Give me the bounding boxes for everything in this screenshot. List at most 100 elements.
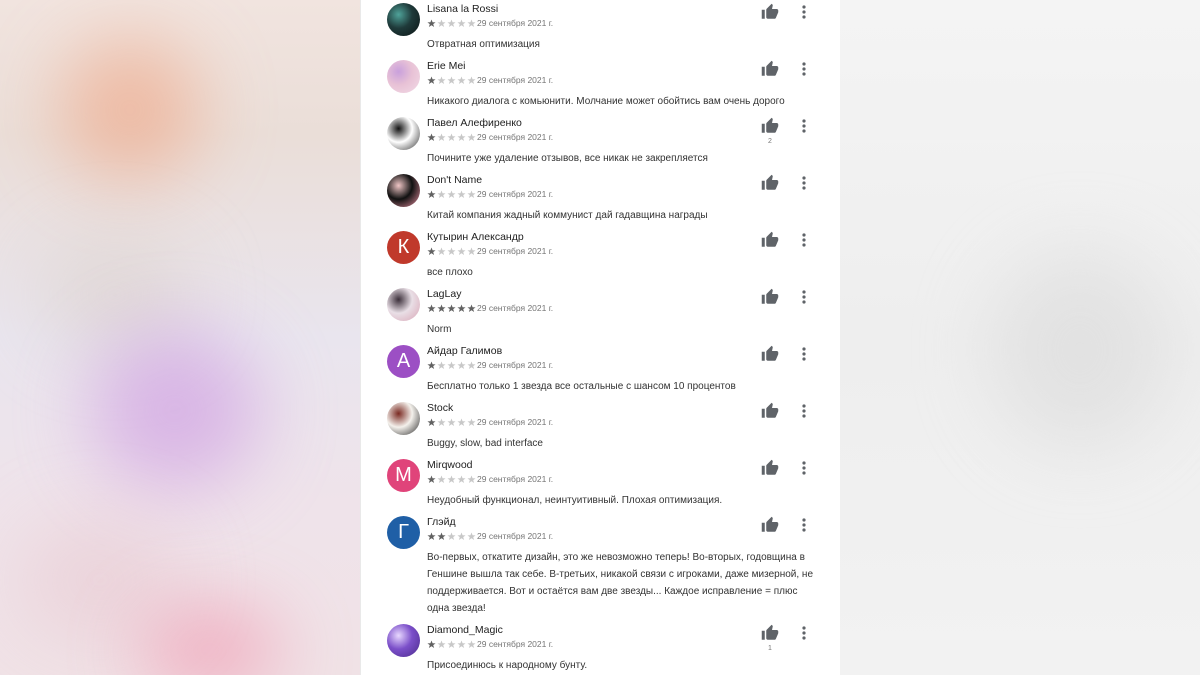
more-vert-icon[interactable] xyxy=(798,460,810,476)
reviewer-name: LagLay xyxy=(427,288,462,300)
star-icon xyxy=(437,532,446,541)
review-text: Почините уже удаление отзывов, все никак… xyxy=(427,153,708,164)
avatar[interactable] xyxy=(387,3,420,36)
avatar[interactable] xyxy=(387,174,420,207)
thumb-up-icon[interactable] xyxy=(761,345,779,363)
star-rating xyxy=(427,304,476,313)
star-icon xyxy=(427,418,436,427)
star-icon xyxy=(467,247,476,256)
review-text: Присоединюсь к народному бунту. xyxy=(427,660,588,671)
review-date: 29 сентября 2021 г. xyxy=(477,639,554,649)
avatar[interactable] xyxy=(387,624,420,657)
thumb-up-icon[interactable] xyxy=(761,174,779,192)
star-icon xyxy=(467,76,476,85)
review-date: 29 сентября 2021 г. xyxy=(477,18,554,28)
star-icon xyxy=(427,190,436,199)
review-text: Во-первых, откатите дизайн, это же невоз… xyxy=(427,552,814,614)
star-icon xyxy=(467,19,476,28)
more-vert-icon[interactable] xyxy=(798,118,810,134)
star-icon xyxy=(467,475,476,484)
thumb-up-icon[interactable] xyxy=(761,459,779,477)
star-icon xyxy=(467,361,476,370)
review-date: 29 сентября 2021 г. xyxy=(477,189,554,199)
review-text: Отвратная оптимизация xyxy=(427,39,540,50)
avatar[interactable] xyxy=(387,117,420,150)
star-icon xyxy=(457,247,466,256)
star-rating xyxy=(427,418,476,427)
star-rating xyxy=(427,76,476,85)
more-vert-icon[interactable] xyxy=(798,232,810,248)
avatar[interactable]: М xyxy=(387,459,420,492)
star-icon xyxy=(457,418,466,427)
star-rating xyxy=(427,640,476,649)
thumb-up-icon[interactable] xyxy=(761,117,779,135)
like-count: 2 xyxy=(768,138,772,145)
thumb-up-icon[interactable] xyxy=(761,402,779,420)
avatar[interactable] xyxy=(387,288,420,321)
star-icon xyxy=(457,361,466,370)
more-vert-icon[interactable] xyxy=(798,625,810,641)
star-icon xyxy=(427,19,436,28)
star-icon xyxy=(447,190,456,199)
more-vert-icon[interactable] xyxy=(798,289,810,305)
avatar[interactable] xyxy=(387,60,420,93)
star-icon xyxy=(467,304,476,313)
star-icon xyxy=(437,19,446,28)
reviewer-name: Don't Name xyxy=(427,174,483,186)
star-icon xyxy=(447,76,456,85)
star-icon xyxy=(447,418,456,427)
review-text: Бесплатно только 1 звезда все остальные … xyxy=(427,381,736,392)
star-icon xyxy=(467,418,476,427)
avatar[interactable]: А xyxy=(387,345,420,378)
star-icon xyxy=(427,532,436,541)
star-icon xyxy=(457,133,466,142)
thumb-up-icon[interactable] xyxy=(761,624,779,642)
star-icon xyxy=(437,247,446,256)
avatar[interactable]: Г xyxy=(387,516,420,549)
more-vert-icon[interactable] xyxy=(798,403,810,419)
star-icon xyxy=(437,418,446,427)
reviewer-name: Mirqwood xyxy=(427,459,473,471)
reviewer-name: Stock xyxy=(427,402,454,414)
reviews-panel: Lisana la Rossi 29 сентября 2021 г. Отврат… xyxy=(361,0,840,675)
thumb-up-icon[interactable] xyxy=(761,3,779,21)
star-icon xyxy=(467,532,476,541)
review-date: 29 сентября 2021 г. xyxy=(477,531,554,541)
reviewer-name: Diamond_Magic xyxy=(427,624,503,636)
star-icon xyxy=(437,304,446,313)
star-icon xyxy=(447,361,456,370)
avatar[interactable] xyxy=(387,402,420,435)
like-count: 1 xyxy=(768,645,772,652)
thumb-up-icon[interactable] xyxy=(761,288,779,306)
star-rating xyxy=(427,190,476,199)
reviewer-name: Айдар Галимов xyxy=(427,345,503,357)
star-icon xyxy=(437,190,446,199)
star-icon xyxy=(447,475,456,484)
review-date: 29 сентября 2021 г. xyxy=(477,75,554,85)
reviewer-name: Павел Алефиренко xyxy=(427,117,522,129)
thumb-up-icon[interactable] xyxy=(761,60,779,78)
thumb-up-icon[interactable] xyxy=(761,231,779,249)
star-icon xyxy=(457,532,466,541)
star-icon xyxy=(457,76,466,85)
avatar[interactable]: К xyxy=(387,231,420,264)
review-date: 29 сентября 2021 г. xyxy=(477,417,554,427)
thumb-up-icon[interactable] xyxy=(761,516,779,534)
reviewer-name: Lisana la Rossi xyxy=(427,3,499,15)
review-text: все плохо xyxy=(427,267,473,278)
review-date: 29 сентября 2021 г. xyxy=(477,303,554,313)
star-icon xyxy=(447,133,456,142)
star-icon xyxy=(437,640,446,649)
star-icon xyxy=(457,190,466,199)
star-icon xyxy=(447,19,456,28)
review-date: 29 сентября 2021 г. xyxy=(477,360,554,370)
star-icon xyxy=(447,532,456,541)
more-vert-icon[interactable] xyxy=(798,4,810,20)
more-vert-icon[interactable] xyxy=(798,175,810,191)
more-vert-icon[interactable] xyxy=(798,346,810,362)
more-vert-icon[interactable] xyxy=(798,517,810,533)
star-icon xyxy=(437,133,446,142)
star-icon xyxy=(467,640,476,649)
more-vert-icon[interactable] xyxy=(798,61,810,77)
reviewer-name: Глэйд xyxy=(427,516,456,528)
